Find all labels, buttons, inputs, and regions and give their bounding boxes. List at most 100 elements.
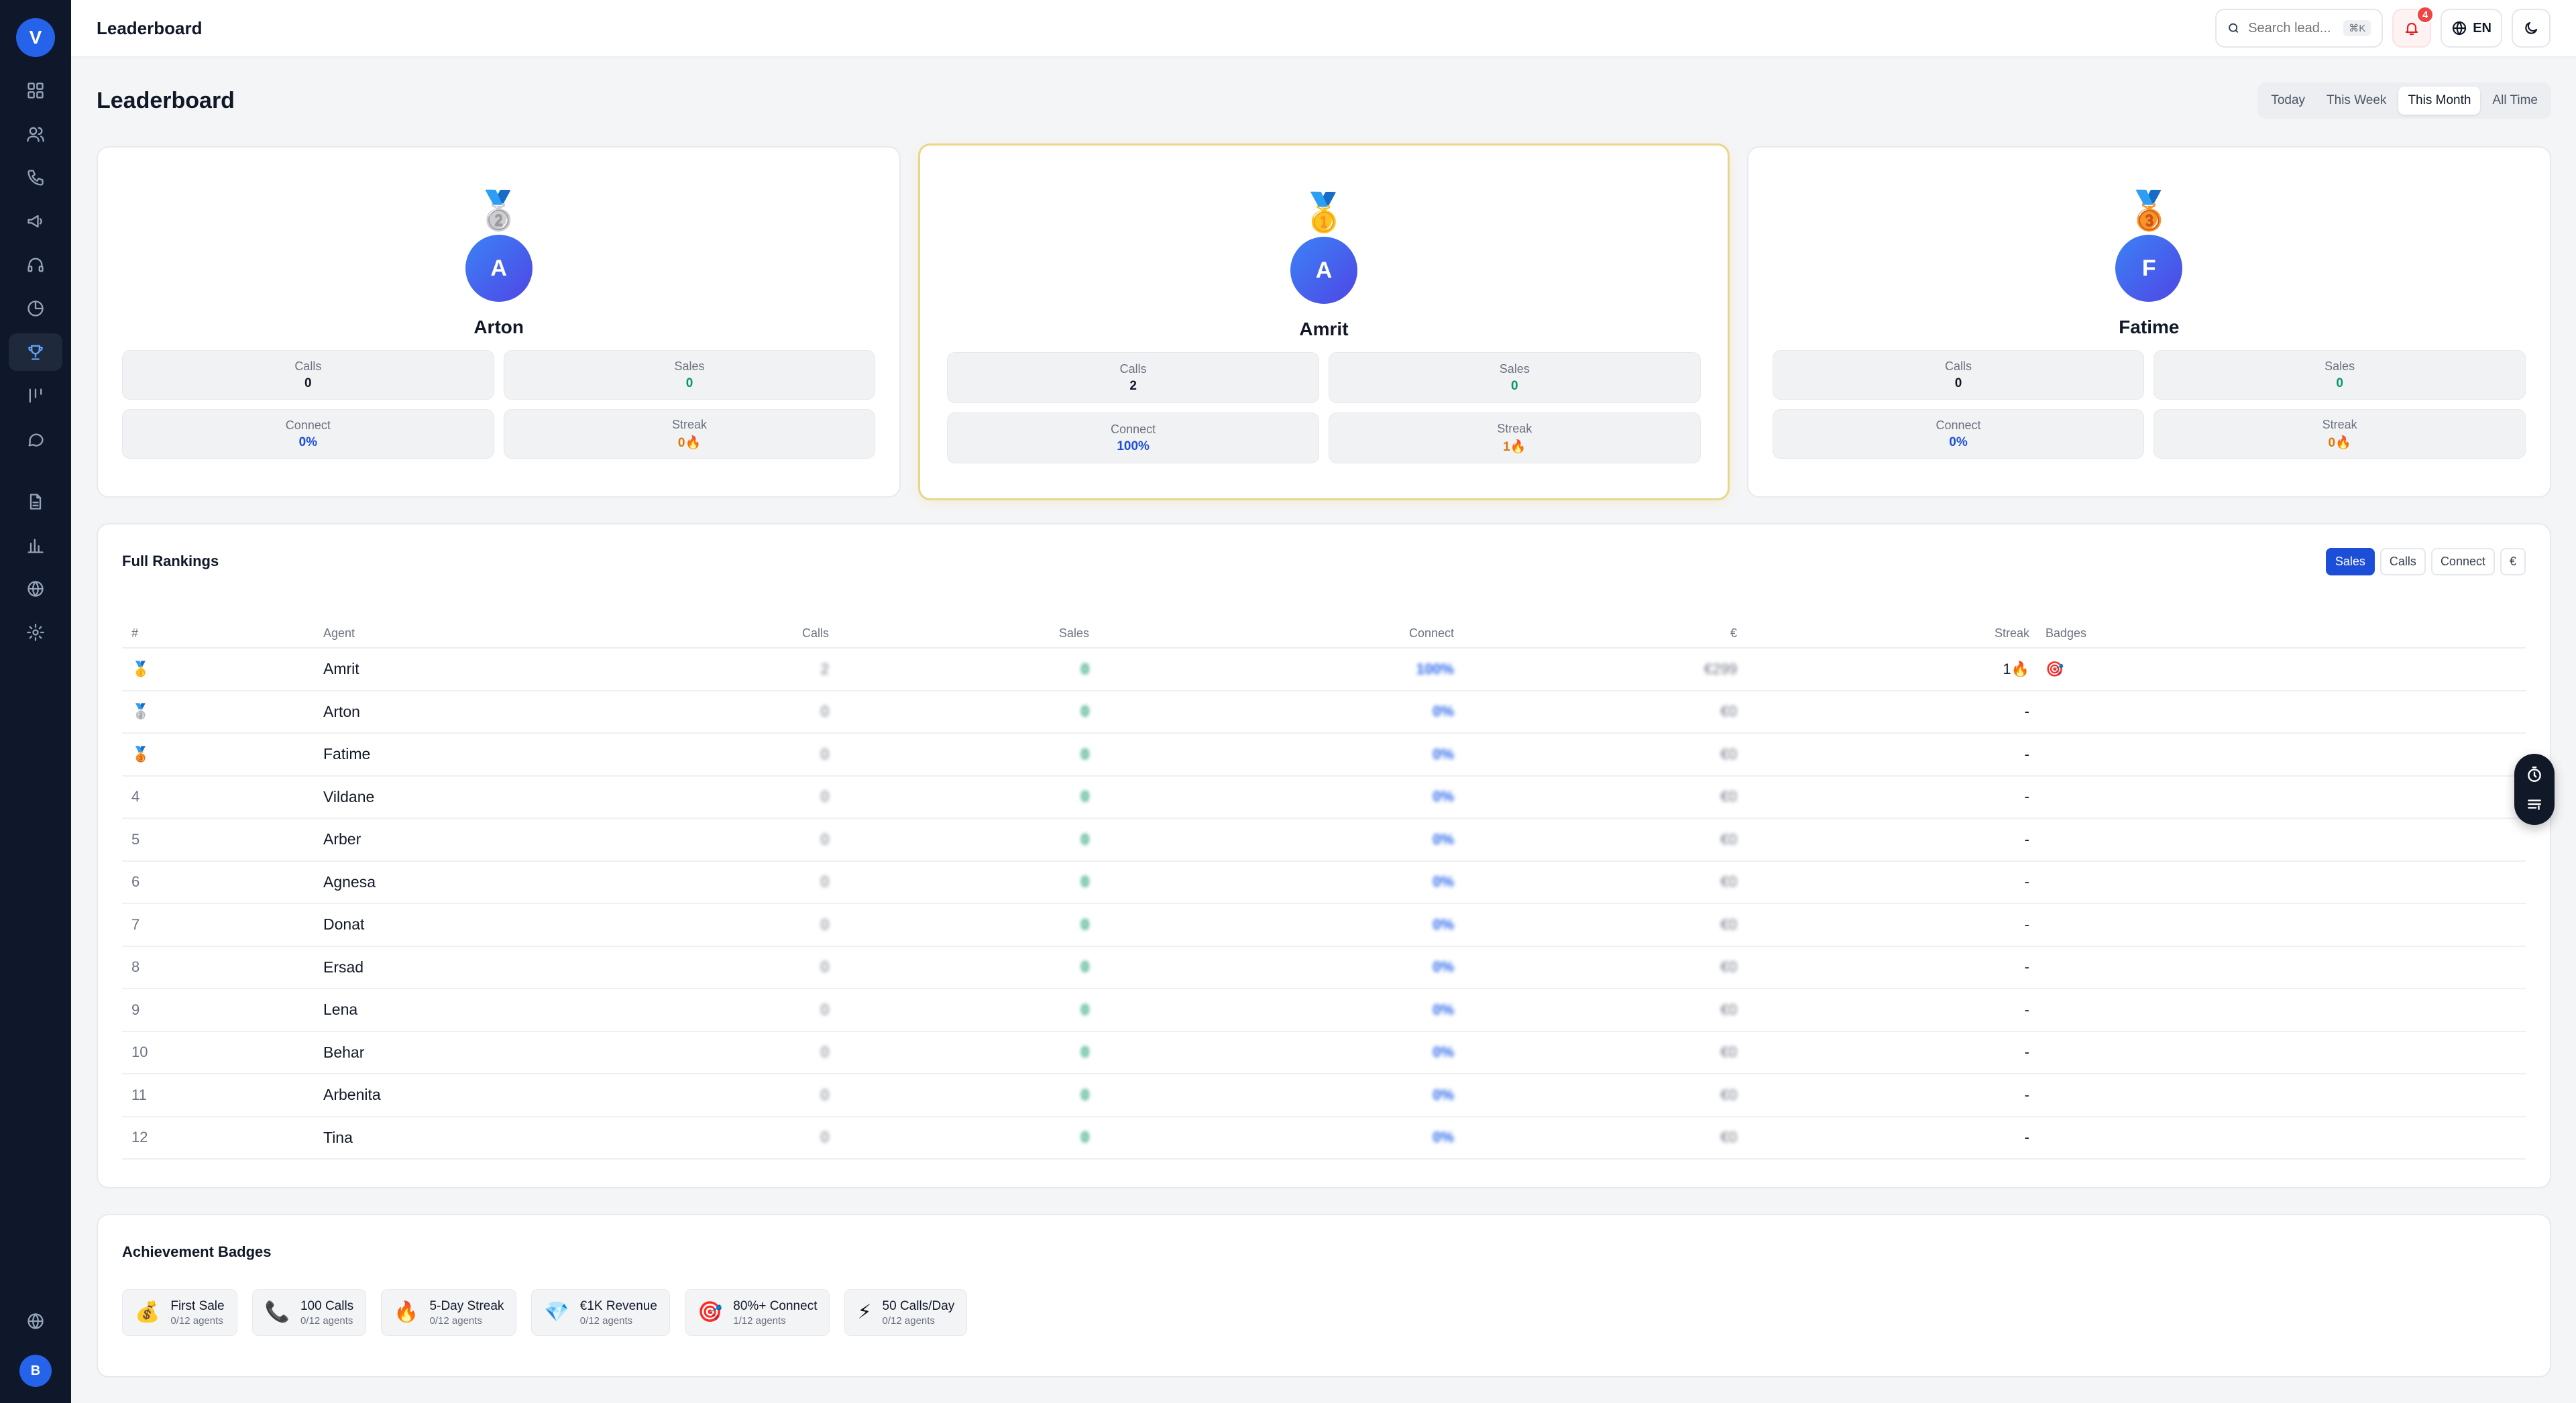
search-icon	[2229, 23, 2239, 33]
revenue-cell-value: €0	[1720, 873, 1737, 891]
sidebar-item-messages[interactable]	[9, 420, 62, 458]
period-tab-this-week[interactable]: This Week	[2317, 87, 2396, 115]
language-label: EN	[2473, 20, 2491, 36]
column-header-sales[interactable]: Sales	[829, 620, 1089, 649]
achievement-1k-revenue[interactable]: 💎 €1K Revenue 0/12 agents	[531, 1289, 670, 1336]
sidebar-item-leaderboard[interactable]	[9, 333, 62, 371]
achievement-50-calls-day[interactable]: ⚡ 50 Calls/Day 0/12 agents	[844, 1289, 968, 1336]
badges-cell	[2037, 775, 2526, 819]
stat-label: Calls	[1119, 361, 1147, 376]
table-row[interactable]: 10 Behar 0 0 0% €0-	[122, 1031, 2526, 1074]
achievement-count: 0/12 agents	[170, 1314, 223, 1327]
achievement-name: 50 Calls/Day	[882, 1298, 955, 1313]
sidebar-item-integrations[interactable]	[9, 570, 62, 608]
list-icon[interactable]	[2526, 795, 2543, 813]
period-tab-all-time[interactable]: All Time	[2483, 87, 2547, 115]
achievement-text: 50 Calls/Day 0/12 agents	[883, 1299, 955, 1327]
sidebar-item-support[interactable]	[9, 246, 62, 284]
podium: 🥈 A Arton Calls 0 Sales 0 Connect 0% Streak…	[97, 144, 2551, 500]
sidebar-item-pipeline[interactable]	[9, 377, 62, 414]
achievement-count: 0/12 agents	[300, 1314, 353, 1327]
notifications-button[interactable]: 4	[2392, 6, 2434, 48]
sidebar-item-contacts[interactable]	[9, 115, 62, 153]
period-tab-this-month[interactable]: This Month	[2398, 87, 2481, 115]
table-row[interactable]: 🥈 Arton 0 0 0% €0-	[122, 690, 2526, 734]
period-tab-today[interactable]: Today	[2261, 87, 2314, 115]
podium-card-third[interactable]: 🥉 F Fatime Calls 0 Sales 0 Connect 0% Strea…	[1746, 146, 2551, 498]
table-row[interactable]: 8 Ersad 0 0 0% €0-	[122, 946, 2526, 989]
column-header-revenue[interactable]: €	[1454, 620, 1737, 649]
column-header-streak[interactable]: Streak	[1737, 620, 2037, 649]
column-header-calls[interactable]: Calls	[659, 620, 829, 649]
sidebar-item-dashboard[interactable]	[9, 72, 62, 109]
calls-cell-value: 0	[820, 1129, 829, 1146]
user-avatar[interactable]: B	[19, 1355, 52, 1387]
achievement-first-sale[interactable]: 💰 First Sale 0/12 agents	[122, 1289, 237, 1336]
sort-tab-revenue[interactable]: €	[2500, 547, 2526, 575]
sidebar-item-documents[interactable]	[9, 483, 62, 520]
agent-name: Amrit	[1299, 319, 1349, 339]
achievements-header: Achievement Badges	[122, 1215, 2526, 1289]
timer-icon[interactable]	[2526, 766, 2543, 783]
badges-cell	[2037, 733, 2526, 777]
connect-cell: 0%	[1089, 903, 1454, 947]
achievement-100-calls[interactable]: 📞 100 Calls 0/12 agents	[251, 1289, 367, 1336]
language-button[interactable]: EN	[2441, 9, 2502, 48]
table-row[interactable]: 4 Vildane 0 0 0% €0-	[122, 775, 2526, 819]
app-logo[interactable]: V	[16, 18, 55, 57]
achievement-80-connect[interactable]: 🎯 80%+ Connect 1/12 agents	[684, 1289, 830, 1336]
calls-cell: 0	[659, 690, 829, 734]
rank-cell: 9	[122, 989, 323, 1032]
sidebar-item-settings[interactable]	[9, 614, 62, 651]
stat-label: Sales	[674, 359, 705, 373]
sort-tab-sales[interactable]: Sales	[2325, 547, 2375, 575]
revenue-cell: €0	[1454, 946, 1737, 989]
globe-icon	[27, 1313, 44, 1329]
connect-cell: 0%	[1089, 690, 1454, 734]
sort-tab-connect[interactable]: Connect	[2430, 547, 2495, 575]
stat-value: 0	[1511, 378, 1518, 393]
sidebar: V B	[0, 0, 71, 1403]
table-row[interactable]: 🥉 Fatime 0 0 0% €0-	[122, 733, 2526, 777]
bell-icon	[2406, 22, 2418, 36]
table-row[interactable]: 6 Agnesa 0 0 0% €0-	[122, 860, 2526, 904]
badges-cell	[2037, 860, 2526, 904]
rank-cell: 🥉	[122, 733, 323, 777]
sales-cell: 0	[829, 690, 1089, 734]
column-header-rank[interactable]: #	[122, 620, 323, 649]
podium-card-second[interactable]: 🥈 A Arton Calls 0 Sales 0 Connect 0% Streak…	[97, 146, 901, 498]
badges-cell	[2037, 903, 2526, 947]
agent-name-cell: Agnesa	[323, 860, 659, 904]
badges-cell: 🎯	[2037, 648, 2526, 691]
sales-cell: 0	[829, 648, 1089, 691]
streak-cell: -	[1737, 818, 2037, 862]
column-header-connect[interactable]: Connect	[1089, 620, 1454, 649]
connect-cell: 0%	[1089, 818, 1454, 862]
sidebar-item-language[interactable]	[9, 1302, 62, 1340]
table-row[interactable]: 9 Lena 0 0 0% €0-	[122, 989, 2526, 1032]
table-row[interactable]: 5 Arber 0 0 0% €0-	[122, 818, 2526, 862]
sidebar-item-reports[interactable]	[9, 526, 62, 564]
theme-toggle-button[interactable]	[2512, 9, 2551, 48]
table-row[interactable]: 7 Donat 0 0 0% €0-	[122, 903, 2526, 947]
sidebar-item-calls[interactable]	[9, 159, 62, 197]
table-row[interactable]: 11 Arbenita 0 0 0% €0-	[122, 1074, 2526, 1117]
achievement-count: 0/12 agents	[429, 1314, 482, 1327]
streak-cell: -	[1737, 989, 2037, 1032]
achievement-5-day-streak[interactable]: 🔥 5-Day Streak 0/12 agents	[381, 1289, 517, 1336]
column-header-agent[interactable]: Agent	[323, 620, 659, 649]
table-row[interactable]: 🥇 Amrit 2 0 100% €299 1🔥 🎯	[122, 648, 2526, 691]
search-box[interactable]: ⌘K	[2215, 9, 2384, 48]
connect-cell-value: 0%	[1433, 1086, 1454, 1103]
streak-cell: -	[1737, 775, 2037, 819]
rankings-header: Full Rankings Sales Calls Connect €	[122, 524, 2526, 598]
podium-card-first[interactable]: 🥇 A Amrit Calls 2 Sales 0 Connect 100% Stre…	[918, 144, 1730, 500]
calls-cell: 2	[659, 648, 829, 691]
sidebar-item-analytics[interactable]	[9, 290, 62, 327]
table-row[interactable]: 12 Tina 0 0 0% €0-	[122, 1116, 2526, 1160]
sidebar-item-campaigns[interactable]	[9, 203, 62, 240]
sort-tab-calls[interactable]: Calls	[2379, 547, 2426, 575]
kanban-icon	[29, 388, 42, 403]
search-input[interactable]	[2248, 20, 2336, 36]
stat-value: 0	[1954, 376, 1962, 390]
